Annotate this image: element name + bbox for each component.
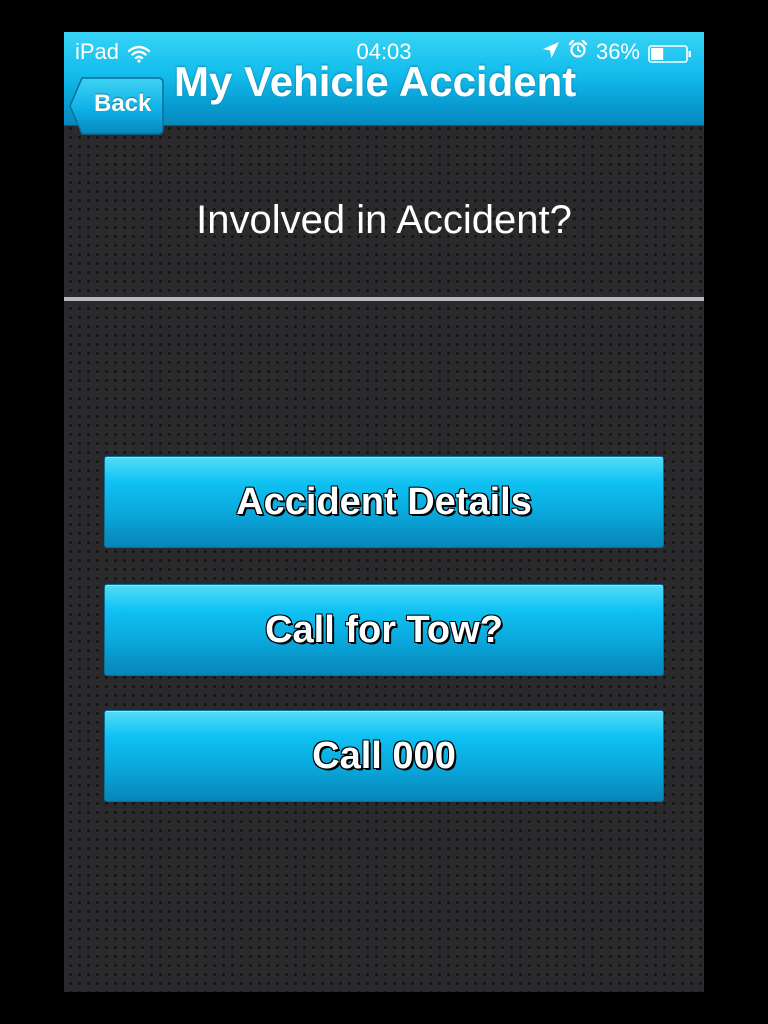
navigation-bar: iPad 04:03 36% Back My Vehicle Accident	[64, 32, 704, 135]
call-for-tow-label: Call for Tow?	[265, 608, 503, 651]
battery-icon	[648, 43, 692, 63]
page-title: My Vehicle Accident	[174, 58, 577, 105]
divider	[64, 297, 704, 301]
accident-details-button[interactable]: Accident Details	[104, 456, 664, 548]
question-heading: Involved in Accident?	[196, 198, 572, 242]
call-emergency-button[interactable]: Call 000	[104, 710, 664, 802]
battery-percent: 36%	[595, 39, 640, 64]
app-screen: iPad 04:03 36% Back My Vehicle Accident …	[64, 32, 704, 992]
back-button[interactable]: Back	[68, 76, 164, 136]
back-label: Back	[94, 90, 152, 117]
accident-details-label: Accident Details	[236, 480, 532, 523]
call-emergency-label: Call 000	[312, 734, 456, 777]
call-for-tow-button[interactable]: Call for Tow?	[104, 584, 664, 676]
